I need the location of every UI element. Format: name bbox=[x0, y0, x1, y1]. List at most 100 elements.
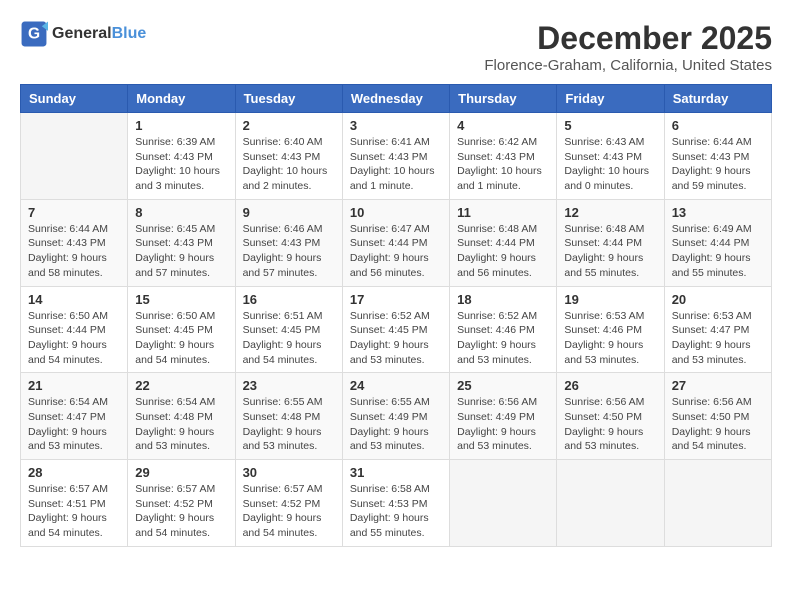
calendar-cell: 22 Sunrise: 6:54 AM Sunset: 4:48 PM Dayli… bbox=[128, 373, 235, 460]
month-title: December 2025 bbox=[484, 20, 772, 57]
day-number: 21 bbox=[28, 378, 120, 393]
day-number: 23 bbox=[243, 378, 335, 393]
logo-icon: G bbox=[20, 20, 48, 48]
calendar-week-row: 7 Sunrise: 6:44 AM Sunset: 4:43 PM Daylig… bbox=[21, 199, 772, 286]
day-info: Sunrise: 6:49 AM Sunset: 4:44 PM Dayligh… bbox=[672, 222, 764, 281]
day-info: Sunrise: 6:53 AM Sunset: 4:47 PM Dayligh… bbox=[672, 309, 764, 368]
calendar-cell: 6Sunrise: 6:44 AM Sunset: 4:43 PM Daylig… bbox=[664, 113, 771, 200]
day-number: 13 bbox=[672, 205, 764, 220]
day-number: 19 bbox=[564, 292, 656, 307]
calendar-cell: 23 Sunrise: 6:55 AM Sunset: 4:48 PM Dayli… bbox=[235, 373, 342, 460]
day-number: 5 bbox=[564, 118, 656, 133]
calendar-cell: 29Sunrise: 6:57 AM Sunset: 4:52 PM Dayli… bbox=[128, 460, 235, 547]
calendar-day-header: Saturday bbox=[664, 85, 771, 113]
calendar-cell: 18 Sunrise: 6:52 AM Sunset: 4:46 PM Dayli… bbox=[450, 286, 557, 373]
calendar-cell bbox=[664, 460, 771, 547]
day-info: Sunrise: 6:42 AM Sunset: 4:43 PM Dayligh… bbox=[457, 135, 549, 194]
calendar-cell: 9 Sunrise: 6:46 AM Sunset: 4:43 PM Daylig… bbox=[235, 199, 342, 286]
day-info: Sunrise: 6:54 AM Sunset: 4:48 PM Dayligh… bbox=[135, 395, 227, 454]
calendar-cell: 2 Sunrise: 6:40 AM Sunset: 4:43 PM Daylig… bbox=[235, 113, 342, 200]
calendar-day-header: Friday bbox=[557, 85, 664, 113]
day-number: 2 bbox=[243, 118, 335, 133]
day-number: 3 bbox=[350, 118, 442, 133]
day-number: 26 bbox=[564, 378, 656, 393]
day-info: Sunrise: 6:44 AM Sunset: 4:43 PM Dayligh… bbox=[28, 222, 120, 281]
calendar-cell: 5 Sunrise: 6:43 AM Sunset: 4:43 PM Daylig… bbox=[557, 113, 664, 200]
calendar-day-header: Tuesday bbox=[235, 85, 342, 113]
day-info: Sunrise: 6:45 AM Sunset: 4:43 PM Dayligh… bbox=[135, 222, 227, 281]
day-number: 18 bbox=[457, 292, 549, 307]
day-info: Sunrise: 6:56 AM Sunset: 4:49 PM Dayligh… bbox=[457, 395, 549, 454]
day-info: Sunrise: 6:56 AM Sunset: 4:50 PM Dayligh… bbox=[564, 395, 656, 454]
calendar-cell: 10Sunrise: 6:47 AM Sunset: 4:44 PM Dayli… bbox=[342, 199, 449, 286]
calendar-header-row: SundayMondayTuesdayWednesdayThursdayFrid… bbox=[21, 85, 772, 113]
day-number: 15 bbox=[135, 292, 227, 307]
calendar-cell: 14 Sunrise: 6:50 AM Sunset: 4:44 PM Dayli… bbox=[21, 286, 128, 373]
day-info: Sunrise: 6:39 AM Sunset: 4:43 PM Dayligh… bbox=[135, 135, 227, 194]
calendar-week-row: 21 Sunrise: 6:54 AM Sunset: 4:47 PM Dayli… bbox=[21, 373, 772, 460]
title-section: December 2025 Florence-Graham, Californi… bbox=[484, 20, 772, 74]
day-number: 31 bbox=[350, 465, 442, 480]
day-info: Sunrise: 6:50 AM Sunset: 4:44 PM Dayligh… bbox=[28, 309, 120, 368]
day-info: Sunrise: 6:52 AM Sunset: 4:46 PM Dayligh… bbox=[457, 309, 549, 368]
day-info: Sunrise: 6:55 AM Sunset: 4:49 PM Dayligh… bbox=[350, 395, 442, 454]
svg-text:G: G bbox=[28, 26, 40, 43]
calendar-week-row: 14 Sunrise: 6:50 AM Sunset: 4:44 PM Dayli… bbox=[21, 286, 772, 373]
day-number: 30 bbox=[243, 465, 335, 480]
day-number: 9 bbox=[243, 205, 335, 220]
day-info: Sunrise: 6:48 AM Sunset: 4:44 PM Dayligh… bbox=[564, 222, 656, 281]
logo: G GeneralBlue bbox=[20, 20, 146, 48]
calendar-week-row: 1 Sunrise: 6:39 AM Sunset: 4:43 PM Daylig… bbox=[21, 113, 772, 200]
day-number: 22 bbox=[135, 378, 227, 393]
calendar-cell: 25 Sunrise: 6:56 AM Sunset: 4:49 PM Dayli… bbox=[450, 373, 557, 460]
day-info: Sunrise: 6:57 AM Sunset: 4:51 PM Dayligh… bbox=[28, 482, 120, 541]
day-info: Sunrise: 6:55 AM Sunset: 4:48 PM Dayligh… bbox=[243, 395, 335, 454]
day-info: Sunrise: 6:51 AM Sunset: 4:45 PM Dayligh… bbox=[243, 309, 335, 368]
calendar-cell: 16 Sunrise: 6:51 AM Sunset: 4:45 PM Dayli… bbox=[235, 286, 342, 373]
day-number: 27 bbox=[672, 378, 764, 393]
calendar-cell: 4 Sunrise: 6:42 AM Sunset: 4:43 PM Daylig… bbox=[450, 113, 557, 200]
calendar-week-row: 28 Sunrise: 6:57 AM Sunset: 4:51 PM Dayli… bbox=[21, 460, 772, 547]
day-number: 28 bbox=[28, 465, 120, 480]
calendar-cell: 13 Sunrise: 6:49 AM Sunset: 4:44 PM Dayli… bbox=[664, 199, 771, 286]
day-number: 7 bbox=[28, 205, 120, 220]
calendar-cell: 7 Sunrise: 6:44 AM Sunset: 4:43 PM Daylig… bbox=[21, 199, 128, 286]
calendar-cell: 31 Sunrise: 6:58 AM Sunset: 4:53 PM Dayli… bbox=[342, 460, 449, 547]
day-info: Sunrise: 6:50 AM Sunset: 4:45 PM Dayligh… bbox=[135, 309, 227, 368]
calendar-table: SundayMondayTuesdayWednesdayThursdayFrid… bbox=[20, 84, 772, 547]
calendar-cell: 15 Sunrise: 6:50 AM Sunset: 4:45 PM Dayli… bbox=[128, 286, 235, 373]
page-header: G GeneralBlue December 2025 Florence-Gra… bbox=[20, 20, 772, 74]
day-info: Sunrise: 6:58 AM Sunset: 4:53 PM Dayligh… bbox=[350, 482, 442, 541]
logo-blue-text: Blue bbox=[112, 25, 147, 42]
day-info: Sunrise: 6:40 AM Sunset: 4:43 PM Dayligh… bbox=[243, 135, 335, 194]
day-number: 16 bbox=[243, 292, 335, 307]
day-info: Sunrise: 6:56 AM Sunset: 4:50 PM Dayligh… bbox=[672, 395, 764, 454]
calendar-cell: 3 Sunrise: 6:41 AM Sunset: 4:43 PM Daylig… bbox=[342, 113, 449, 200]
day-number: 25 bbox=[457, 378, 549, 393]
calendar-cell: 17Sunrise: 6:52 AM Sunset: 4:45 PM Dayli… bbox=[342, 286, 449, 373]
calendar-cell: 20Sunrise: 6:53 AM Sunset: 4:47 PM Dayli… bbox=[664, 286, 771, 373]
calendar-cell: 19Sunrise: 6:53 AM Sunset: 4:46 PM Dayli… bbox=[557, 286, 664, 373]
day-number: 1 bbox=[135, 118, 227, 133]
day-info: Sunrise: 6:54 AM Sunset: 4:47 PM Dayligh… bbox=[28, 395, 120, 454]
day-info: Sunrise: 6:48 AM Sunset: 4:44 PM Dayligh… bbox=[457, 222, 549, 281]
calendar-cell: 26 Sunrise: 6:56 AM Sunset: 4:50 PM Dayli… bbox=[557, 373, 664, 460]
day-number: 4 bbox=[457, 118, 549, 133]
day-number: 8 bbox=[135, 205, 227, 220]
day-info: Sunrise: 6:47 AM Sunset: 4:44 PM Dayligh… bbox=[350, 222, 442, 281]
calendar-cell: 30Sunrise: 6:57 AM Sunset: 4:52 PM Dayli… bbox=[235, 460, 342, 547]
logo-general-text: General bbox=[52, 25, 112, 42]
calendar-cell: 1 Sunrise: 6:39 AM Sunset: 4:43 PM Daylig… bbox=[128, 113, 235, 200]
calendar-day-header: Wednesday bbox=[342, 85, 449, 113]
day-number: 11 bbox=[457, 205, 549, 220]
calendar-cell: 24Sunrise: 6:55 AM Sunset: 4:49 PM Dayli… bbox=[342, 373, 449, 460]
day-info: Sunrise: 6:43 AM Sunset: 4:43 PM Dayligh… bbox=[564, 135, 656, 194]
day-number: 6 bbox=[672, 118, 764, 133]
day-info: Sunrise: 6:41 AM Sunset: 4:43 PM Dayligh… bbox=[350, 135, 442, 194]
calendar-cell: 12Sunrise: 6:48 AM Sunset: 4:44 PM Dayli… bbox=[557, 199, 664, 286]
calendar-cell bbox=[557, 460, 664, 547]
day-info: Sunrise: 6:46 AM Sunset: 4:43 PM Dayligh… bbox=[243, 222, 335, 281]
day-number: 14 bbox=[28, 292, 120, 307]
calendar-cell: 21 Sunrise: 6:54 AM Sunset: 4:47 PM Dayli… bbox=[21, 373, 128, 460]
calendar-cell: 27 Sunrise: 6:56 AM Sunset: 4:50 PM Dayli… bbox=[664, 373, 771, 460]
